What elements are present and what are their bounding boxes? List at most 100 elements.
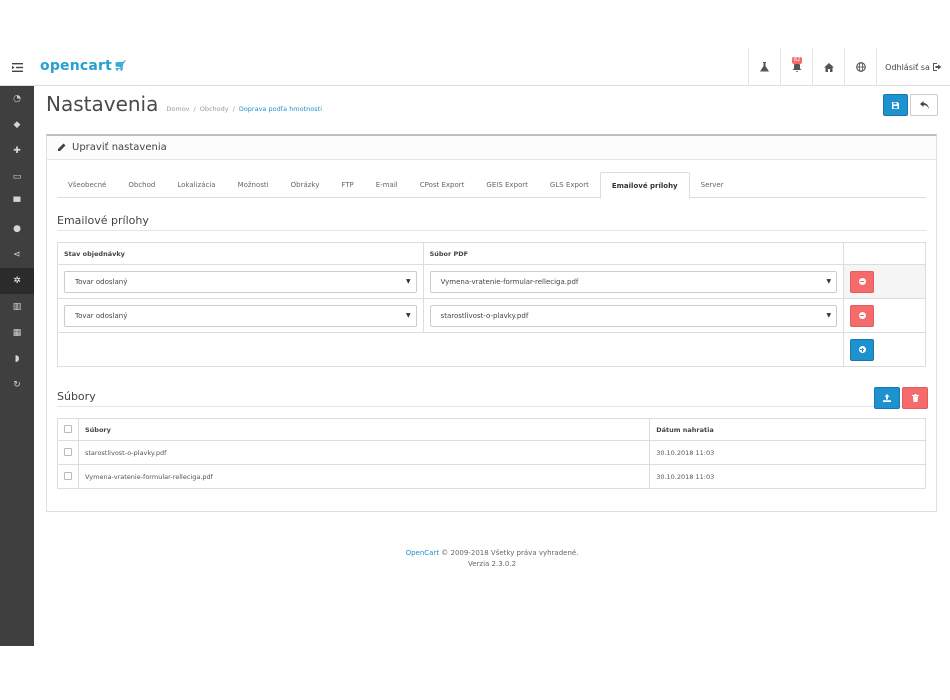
file-name: starostlivost-o-plavky.pdf: [77, 440, 651, 465]
column-header-order-status: Stav objednávky: [57, 242, 424, 265]
pdf-file-select[interactable]: Vymena-vratenie-formular-relleciga.pdf ▼: [429, 270, 838, 293]
order-status-select[interactable]: Tovar odoslaný ▼: [64, 304, 417, 327]
breadcrumb-home[interactable]: Domov: [166, 105, 189, 113]
list-indent-icon: [11, 62, 23, 72]
tab-geis-export[interactable]: GEIS Export: [475, 172, 539, 198]
refresh-icon: ↻: [13, 380, 21, 390]
sidebar-item-tables[interactable]: ▦: [0, 320, 34, 346]
menu-toggle-button[interactable]: [0, 48, 34, 86]
top-blank-area: [0, 0, 950, 48]
order-status-select[interactable]: Tovar odoslaný ▼: [64, 270, 417, 293]
upload-date: 30.10.2018 11:03: [649, 464, 926, 489]
globe-icon: [855, 62, 866, 72]
row-checkbox[interactable]: [64, 471, 72, 480]
minus-circle-icon: [858, 312, 866, 319]
column-header-files: Súbory: [77, 418, 651, 441]
attachments-table: Stav objednávky Súbor PDF Tovar odoslaný…: [56, 242, 926, 367]
table-icon: ▦: [12, 328, 22, 338]
sidebar-item-refresh[interactable]: ↻: [0, 372, 34, 398]
breadcrumb-stores[interactable]: Obchody: [200, 105, 229, 113]
sidebar-item-security[interactable]: ◗: [0, 346, 34, 372]
tab-cpost-export[interactable]: CPost Export: [409, 172, 476, 198]
tab-email-attachments[interactable]: Emailové prílohy: [599, 172, 690, 199]
upload-date: 30.10.2018 11:03: [649, 440, 926, 465]
footer-version: Verzia 2.3.0.2: [467, 560, 517, 568]
tags-icon: ◆: [13, 120, 21, 130]
trash-icon: [911, 394, 919, 402]
tab-server[interactable]: Server: [690, 172, 735, 198]
shield-icon: ◗: [14, 354, 20, 364]
remove-row-button[interactable]: [850, 270, 875, 293]
save-button[interactable]: [883, 94, 908, 116]
delete-files-button[interactable]: [902, 387, 928, 409]
shopping-cart-icon: ▀: [13, 198, 21, 208]
breadcrumb-current[interactable]: Doprava podľa hmotnosti: [239, 105, 322, 113]
sidebar-item-marketing[interactable]: ⋖: [0, 242, 34, 268]
panel-heading: Upraviť nastavenia: [47, 136, 936, 160]
tab-store[interactable]: Obchod: [117, 172, 166, 198]
caret-down-icon: ▼: [826, 278, 832, 285]
settings-tabs: Všeobecné Obchod Lokalizácia Možnosti Ob…: [57, 172, 926, 199]
add-row-button[interactable]: [850, 338, 875, 361]
cart-logo-icon: 🛒︎: [114, 60, 127, 72]
dashboard-icon: ◔: [13, 94, 21, 104]
bar-chart-icon: ▥: [12, 302, 22, 312]
puzzle-icon: ✚: [13, 146, 21, 156]
tab-gls-export[interactable]: GLS Export: [539, 172, 600, 198]
pdf-file-select[interactable]: starostlivost-o-plavky.pdf ▼: [429, 304, 838, 327]
pencil-icon: [58, 143, 66, 151]
table-row: starostlivost-o-plavky.pdf 30.10.2018 11…: [57, 440, 926, 465]
top-header: opencart 🛒︎ 62 Odhlásiť sa: [0, 48, 950, 86]
reply-icon: [919, 101, 929, 109]
sidebar-item-dashboard[interactable]: ◔: [0, 86, 34, 112]
share-icon: ⋖: [13, 250, 21, 260]
tab-general[interactable]: Všeobecné: [57, 172, 117, 198]
page-title: Nastavenia: [46, 92, 159, 116]
panel-heading-text: Upraviť nastavenia: [72, 142, 167, 153]
tab-images[interactable]: Obrázky: [280, 172, 331, 198]
tab-email[interactable]: E-mail: [365, 172, 409, 198]
caret-down-icon: ▼: [826, 312, 832, 319]
logout-button[interactable]: Odhlásiť sa: [876, 48, 950, 86]
caret-down-icon: ▼: [405, 278, 411, 285]
upload-icon: [883, 394, 891, 402]
desktop-icon: ▭: [12, 172, 22, 182]
sidebar-item-customers[interactable]: ●: [0, 216, 34, 242]
home-button[interactable]: [812, 48, 844, 86]
flask-button[interactable]: [748, 48, 780, 86]
sidebar-item-catalog[interactable]: ◆: [0, 112, 34, 138]
sign-out-icon: [932, 63, 942, 71]
sidebar-item-reports[interactable]: ▥: [0, 294, 34, 320]
row-checkbox[interactable]: [64, 447, 72, 456]
sidebar-item-extensions[interactable]: ✚: [0, 138, 34, 164]
files-table: Súbory Dátum nahratia starostlivost-o-pl…: [57, 418, 926, 489]
table-row: Vymena-vratenie-formular-relleciga.pdf 3…: [57, 464, 926, 489]
language-button[interactable]: [844, 48, 876, 86]
cog-icon: ✲: [13, 276, 21, 286]
attachments-section-title: Emailové prílohy: [57, 214, 927, 231]
remove-row-button[interactable]: [850, 304, 875, 327]
user-icon: ●: [13, 224, 21, 234]
logout-label: Odhlásiť sa: [885, 62, 930, 72]
tab-localisation[interactable]: Lokalizácia: [166, 172, 226, 198]
sidebar-item-design[interactable]: ▭: [0, 164, 34, 190]
upload-button[interactable]: [874, 387, 900, 409]
notification-badge: 62: [792, 57, 803, 64]
column-header-pdf-file: Súbor PDF: [422, 242, 845, 265]
logo-text: opencart: [40, 58, 113, 74]
sidebar-item-sales[interactable]: ▀: [0, 190, 34, 216]
sidebar-item-system[interactable]: ✲: [0, 268, 34, 294]
opencart-logo[interactable]: opencart 🛒︎: [40, 58, 127, 74]
back-button[interactable]: [910, 94, 938, 116]
files-section-title: Súbory: [57, 390, 927, 407]
footer-opencart-link[interactable]: OpenCart: [406, 549, 440, 557]
tab-options[interactable]: Možnosti: [227, 172, 280, 198]
home-icon: [823, 62, 834, 72]
settings-panel: Upraviť nastavenia Všeobecné Obchod Loka…: [46, 134, 937, 512]
table-row: Tovar odoslaný ▼ Vymena-vratenie-formular…: [57, 264, 926, 299]
notifications-button[interactable]: 62: [780, 48, 812, 86]
tab-ftp[interactable]: FTP: [330, 172, 364, 198]
select-all-checkbox[interactable]: [64, 424, 72, 433]
column-header-upload-date: Dátum nahratia: [649, 418, 926, 441]
file-name: Vymena-vratenie-formular-relleciga.pdf: [77, 464, 651, 489]
